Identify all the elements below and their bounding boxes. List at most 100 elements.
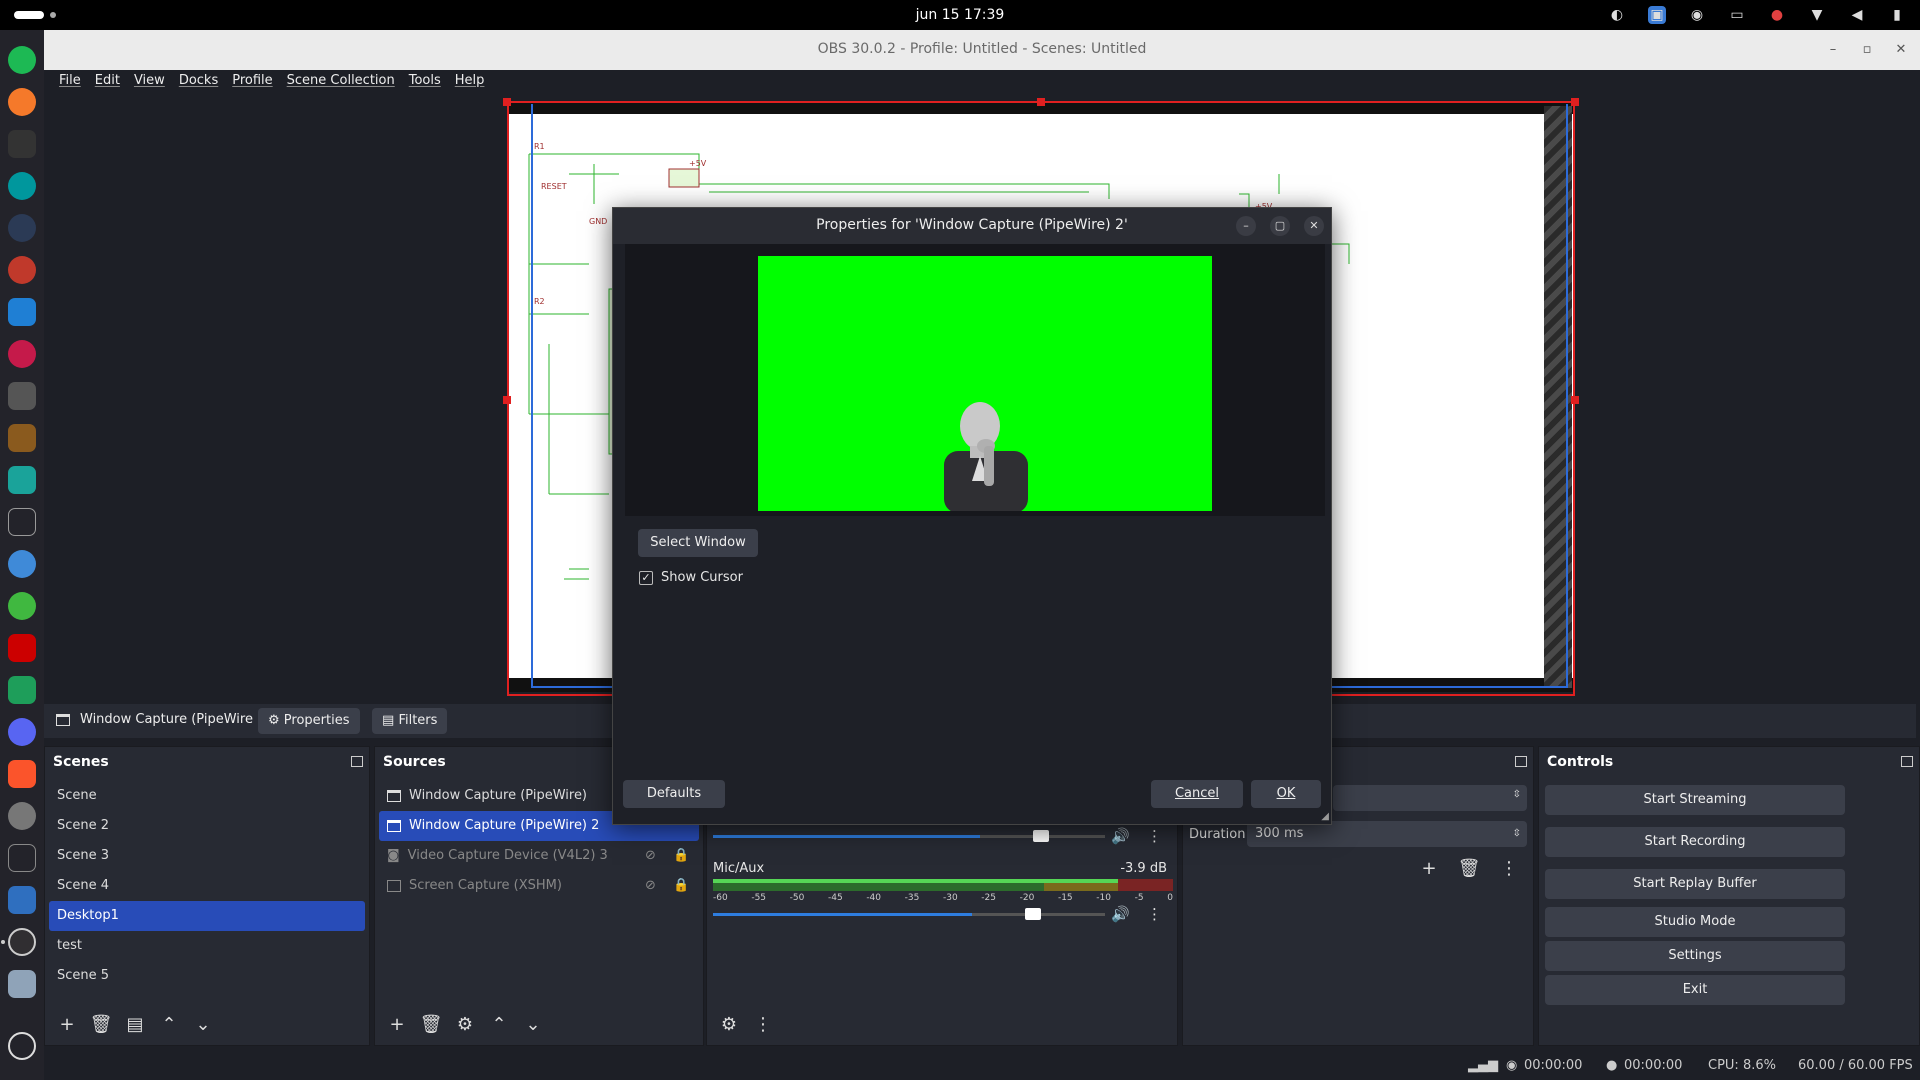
dosbox-icon[interactable] (8, 424, 36, 452)
source-item[interactable]: ◙ Video Capture Device (V4L2) 3 ⊘ 🔒 (379, 841, 699, 871)
drone-icon[interactable] (8, 844, 36, 872)
hidden-eye-icon[interactable]: ⊘ (645, 841, 656, 871)
undock-icon[interactable] (351, 756, 363, 767)
speaker-icon[interactable]: 🔊 (1111, 827, 1130, 845)
transition-menu-icon[interactable]: ⋮ (1495, 855, 1523, 883)
move-up-button[interactable]: ⌃ (485, 1011, 513, 1039)
move-up-button[interactable]: ⌃ (155, 1011, 183, 1039)
terminal-icon[interactable] (8, 130, 36, 158)
restore-icon[interactable]: ▫ (1857, 40, 1877, 60)
network-icon[interactable] (8, 466, 36, 494)
keyboard-tray-icon[interactable]: ▭ (1728, 6, 1746, 24)
filters-button[interactable]: ▤ Filters (372, 708, 448, 734)
scene-filters-button[interactable]: ▤ (121, 1011, 149, 1039)
resize-handle-left[interactable] (503, 396, 511, 404)
select-window-button[interactable]: Select Window (638, 529, 758, 557)
cloud-icon[interactable] (8, 550, 36, 578)
close-icon[interactable]: ✕ (1891, 40, 1911, 60)
menu-edit[interactable]: Edit (88, 70, 127, 92)
resize-handle-top-left[interactable] (503, 98, 511, 106)
vscode-icon[interactable] (8, 298, 36, 326)
source-item[interactable]: Screen Capture (XSHM) ⊘ 🔒 (379, 871, 699, 901)
wifi-icon[interactable]: ▼ (1808, 6, 1826, 24)
transition-select[interactable]: ⇳ (1333, 785, 1527, 811)
resize-handle-top[interactable] (1037, 98, 1045, 106)
menu-view[interactable]: View (127, 70, 172, 92)
properties-button[interactable]: ⚙ Properties (258, 708, 360, 734)
add-scene-button[interactable]: + (53, 1011, 81, 1039)
obs-icon[interactable] (8, 928, 36, 956)
mic-volume-slider[interactable] (713, 908, 1105, 920)
lock-icon[interactable]: 🔒 (673, 871, 689, 901)
battery-icon[interactable]: ▮ (1888, 6, 1906, 24)
maximize-icon[interactable]: ▢ (1270, 216, 1290, 236)
image-viewer-icon[interactable] (8, 970, 36, 998)
mixer-menu-icon[interactable]: ⋮ (749, 1011, 777, 1039)
track-1-volume-slider[interactable] (713, 830, 1105, 842)
resize-grip-icon[interactable]: ◢ (1321, 811, 1329, 822)
app-grid-icon[interactable] (8, 1032, 36, 1060)
minimize-icon[interactable]: – (1236, 216, 1256, 236)
exit-button[interactable]: Exit (1545, 975, 1845, 1005)
menu-docks[interactable]: Docks (172, 70, 225, 92)
chat-icon[interactable] (8, 718, 36, 746)
settings-button[interactable]: Settings (1545, 941, 1845, 971)
lock-icon[interactable]: 🔒 (673, 841, 689, 871)
spotify-icon[interactable] (8, 46, 36, 74)
resize-handle-right[interactable] (1571, 396, 1579, 404)
scene-item[interactable]: Scene 2 (49, 811, 365, 841)
devtools-icon[interactable] (8, 886, 36, 914)
scene-item[interactable]: Scene (49, 781, 365, 811)
start-recording-button[interactable]: Start Recording (1545, 827, 1845, 857)
spinner-icon[interactable]: ⇳ (1513, 821, 1521, 847)
obs-tray-icon[interactable]: ◐ (1608, 6, 1626, 24)
resize-handle-top-right[interactable] (1571, 98, 1579, 106)
scene-item-selected[interactable]: Desktop1 (49, 901, 365, 931)
microphone-tray-icon[interactable]: ● (1768, 6, 1786, 24)
mail-icon[interactable] (8, 256, 36, 284)
move-down-button[interactable]: ⌄ (519, 1011, 547, 1039)
minimize-icon[interactable]: – (1823, 40, 1843, 60)
close-icon[interactable]: ✕ (1304, 216, 1324, 236)
source-properties-button[interactable]: ⚙ (451, 1011, 479, 1039)
typora-icon[interactable] (8, 508, 36, 536)
defaults-button[interactable]: Defaults (623, 780, 725, 808)
menu-tools[interactable]: Tools (402, 70, 448, 92)
hidden-eye-icon[interactable]: ⊘ (645, 871, 656, 901)
blender-icon[interactable] (8, 88, 36, 116)
add-source-button[interactable]: + (383, 1011, 411, 1039)
redhat-icon[interactable] (8, 634, 36, 662)
add-transition-button[interactable]: + (1415, 855, 1443, 883)
remove-transition-button[interactable]: 🗑 (1455, 855, 1483, 883)
undock-icon[interactable] (1515, 756, 1527, 767)
cloud-sync-icon[interactable] (8, 592, 36, 620)
cancel-button[interactable]: Cancel (1151, 780, 1243, 808)
settings-app-icon[interactable] (8, 802, 36, 830)
screenshot-tray-icon[interactable]: ▣ (1648, 6, 1666, 24)
move-down-button[interactable]: ⌄ (189, 1011, 217, 1039)
mic-menu-icon[interactable]: ⋮ (1147, 905, 1162, 923)
remove-source-button[interactable]: 🗑 (417, 1011, 445, 1039)
track-menu-icon[interactable]: ⋮ (1147, 827, 1162, 845)
menu-help[interactable]: Help (448, 70, 492, 92)
studio-mode-button[interactable]: Studio Mode (1545, 907, 1845, 937)
volume-icon[interactable]: ◀ (1848, 6, 1866, 24)
ok-button[interactable]: OK (1251, 780, 1321, 808)
scene-item[interactable]: test (49, 931, 365, 961)
game-tray-icon[interactable]: ◉ (1688, 6, 1706, 24)
remove-scene-button[interactable]: 🗑 (87, 1011, 115, 1039)
checkmark-icon[interactable]: ✓ (639, 570, 653, 585)
scene-item[interactable]: Scene 4 (49, 871, 365, 901)
speaker-icon[interactable]: 🔊 (1111, 905, 1130, 923)
scene-item[interactable]: Scene 5 (49, 961, 365, 991)
audio-settings-icon[interactable]: ⚙ (715, 1011, 743, 1039)
undock-icon[interactable] (1901, 756, 1913, 767)
sheets-icon[interactable] (8, 676, 36, 704)
menu-scene-collection[interactable]: Scene Collection (280, 70, 402, 92)
arduino-icon[interactable] (8, 172, 36, 200)
inkscape-icon[interactable] (8, 382, 36, 410)
show-cursor-checkbox[interactable]: ✓ Show Cursor (639, 570, 743, 585)
menu-file[interactable]: File (52, 70, 88, 92)
start-replay-buffer-button[interactable]: Start Replay Buffer (1545, 869, 1845, 899)
menu-profile[interactable]: Profile (225, 70, 279, 92)
